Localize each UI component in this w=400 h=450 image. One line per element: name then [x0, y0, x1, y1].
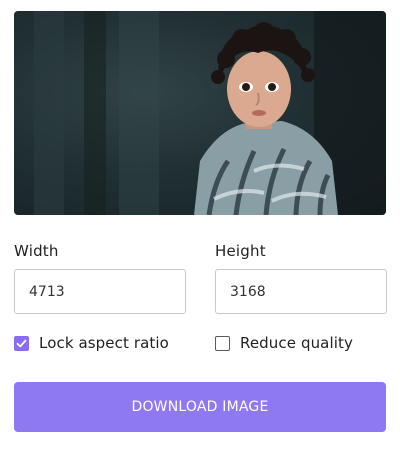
- width-label: Width: [14, 242, 59, 260]
- reduce-quality-checkbox[interactable]: [215, 335, 230, 351]
- height-label: Height: [215, 242, 266, 260]
- lock-aspect-ratio-option[interactable]: Lock aspect ratio: [14, 334, 169, 352]
- image-download-panel: Width Height Lock aspect ratio Reduce qu…: [0, 0, 400, 450]
- width-input[interactable]: [14, 269, 186, 314]
- reduce-quality-option[interactable]: Reduce quality: [215, 334, 353, 352]
- height-input[interactable]: [215, 269, 387, 314]
- checkmark-icon: [16, 339, 27, 347]
- reduce-quality-label: Reduce quality: [240, 334, 353, 352]
- child-portrait-photo: [14, 11, 386, 215]
- lock-aspect-ratio-label: Lock aspect ratio: [39, 334, 169, 352]
- image-preview: [14, 11, 386, 215]
- lock-aspect-ratio-checkbox[interactable]: [14, 335, 29, 351]
- download-image-button[interactable]: DOWNLOAD IMAGE: [14, 382, 386, 432]
